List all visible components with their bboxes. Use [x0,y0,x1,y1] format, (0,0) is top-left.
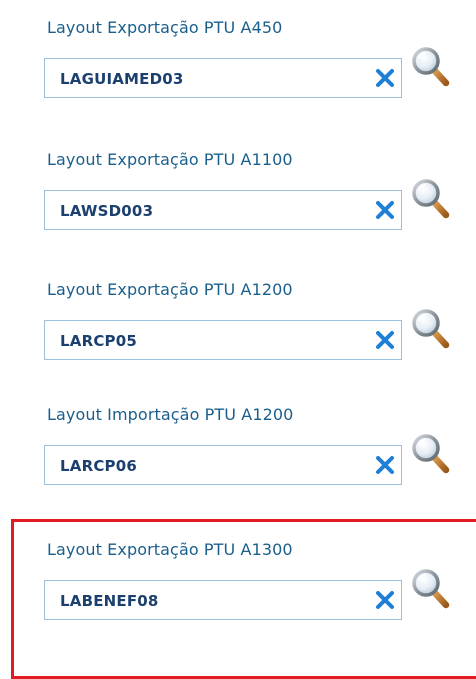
field-value: LAGUIAMED03 [60,70,184,88]
search-icon[interactable] [411,46,451,88]
search-icon[interactable] [411,178,451,220]
field-value: LABENEF08 [60,592,159,610]
field-value: LAWSD003 [60,202,154,220]
layout-input[interactable]: LARCP06 [44,445,402,485]
field-value: LARCP05 [60,332,137,350]
field-label: Layout Exportação PTU A1300 [47,540,293,559]
close-icon[interactable] [373,453,397,477]
field-value: LARCP06 [60,457,137,475]
search-icon[interactable] [411,568,451,610]
search-icon[interactable] [411,308,451,350]
close-icon[interactable] [373,328,397,352]
field-label: Layout Exportação PTU A1200 [47,280,293,299]
close-icon[interactable] [373,198,397,222]
close-icon[interactable] [373,66,397,90]
layout-input[interactable]: LABENEF08 [44,580,402,620]
layout-input[interactable]: LARCP05 [44,320,402,360]
field-label: Layout Exportação PTU A1100 [47,150,293,169]
close-icon[interactable] [373,588,397,612]
search-icon[interactable] [411,433,451,475]
layout-input[interactable]: LAWSD003 [44,190,402,230]
field-label: Layout Importação PTU A1200 [47,405,294,424]
field-label: Layout Exportação PTU A450 [47,18,283,37]
layout-input[interactable]: LAGUIAMED03 [44,58,402,98]
